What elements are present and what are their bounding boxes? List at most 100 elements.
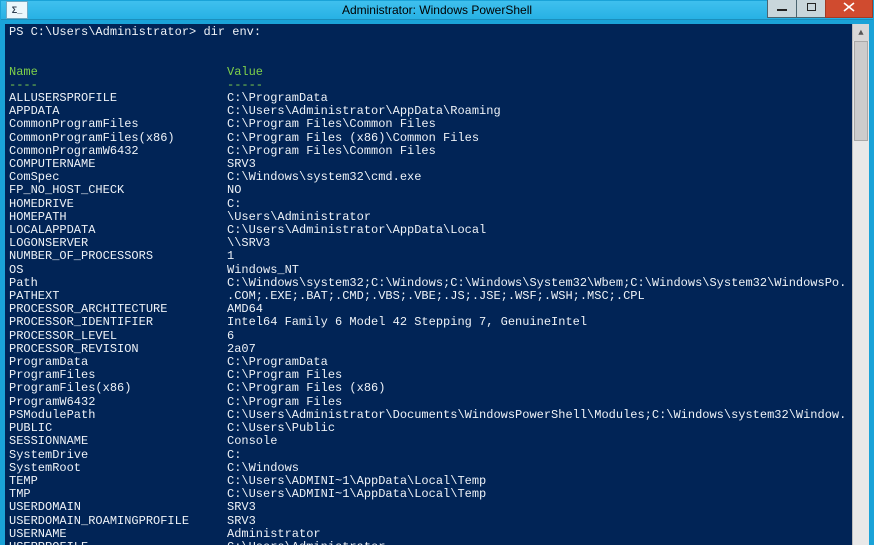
env-name: NUMBER_OF_PROCESSORS	[9, 250, 227, 263]
env-name: ProgramData	[9, 356, 227, 369]
env-row: COMPUTERNAMESRV3	[9, 158, 848, 171]
env-value: NO	[227, 184, 848, 197]
env-name: Path	[9, 277, 227, 290]
env-row: PROCESSOR_LEVEL6	[9, 330, 848, 343]
env-name: CommonProgramFiles(x86)	[9, 132, 227, 145]
env-value: Console	[227, 435, 848, 448]
env-value: .COM;.EXE;.BAT;.CMD;.VBS;.VBE;.JS;.JSE;.…	[227, 290, 848, 303]
window-controls	[768, 0, 873, 18]
env-name: PSModulePath	[9, 409, 227, 422]
minimize-button[interactable]	[767, 0, 797, 18]
env-name: ----	[9, 79, 227, 92]
maximize-button[interactable]	[796, 0, 826, 18]
env-name: TMP	[9, 488, 227, 501]
env-name: ProgramFiles	[9, 369, 227, 382]
env-value: C:\Users\Administrator	[227, 541, 848, 545]
console-output[interactable]: PS C:\Users\Administrator> dir env: Name…	[5, 24, 852, 545]
env-name: PATHEXT	[9, 290, 227, 303]
vertical-scrollbar[interactable]: ▲ ▼	[852, 24, 869, 545]
env-value: C:\Program Files\Common Files	[227, 118, 848, 131]
env-name: CommonProgramFiles	[9, 118, 227, 131]
env-row: OSWindows_NT	[9, 264, 848, 277]
scroll-up-arrow-icon[interactable]: ▲	[853, 24, 869, 41]
env-value: 2a07	[227, 343, 848, 356]
env-row: LOGONSERVER\\SRV3	[9, 237, 848, 250]
env-name: CommonProgramW6432	[9, 145, 227, 158]
env-row: PathC:\Windows\system32;C:\Windows;C:\Wi…	[9, 277, 848, 290]
env-value: C:\Users\Administrator\AppData\Roaming	[227, 105, 848, 118]
env-row: ALLUSERSPROFILEC:\ProgramData	[9, 92, 848, 105]
env-row: SystemRootC:\Windows	[9, 462, 848, 475]
env-name: USERDOMAIN	[9, 501, 227, 514]
env-row: USERDOMAINSRV3	[9, 501, 848, 514]
env-name: USERDOMAIN_ROAMINGPROFILE	[9, 515, 227, 528]
env-row: LOCALAPPDATAC:\Users\Administrator\AppDa…	[9, 224, 848, 237]
env-row: TMPC:\Users\ADMINI~1\AppData\Local\Temp	[9, 488, 848, 501]
env-value: -----	[227, 79, 848, 92]
titlebar[interactable]: Σ_ Administrator: Windows PowerShell	[1, 1, 873, 20]
env-row: PROCESSOR_REVISION2a07	[9, 343, 848, 356]
env-name: COMPUTERNAME	[9, 158, 227, 171]
console-frame: PS C:\Users\Administrator> dir env: Name…	[1, 20, 873, 545]
env-row: TEMPC:\Users\ADMINI~1\AppData\Local\Temp	[9, 475, 848, 488]
env-name: ProgramFiles(x86)	[9, 382, 227, 395]
env-name: HOMEDRIVE	[9, 198, 227, 211]
env-value: C:\Windows\system32;C:\Windows;C:\Window…	[227, 277, 848, 290]
env-value: SRV3	[227, 515, 848, 528]
env-name: ProgramW6432	[9, 396, 227, 409]
system-menu-icon[interactable]: Σ_	[6, 1, 28, 19]
prompt-line: PS C:\Users\Administrator> dir env:	[9, 26, 848, 39]
env-row: FP_NO_HOST_CHECKNO	[9, 184, 848, 197]
env-row: PUBLICC:\Users\Public	[9, 422, 848, 435]
env-row: USERPROFILEC:\Users\Administrator	[9, 541, 848, 545]
env-value: C:\Program Files	[227, 396, 848, 409]
env-row: APPDATAC:\Users\Administrator\AppData\Ro…	[9, 105, 848, 118]
env-name: SystemRoot	[9, 462, 227, 475]
env-row: ProgramFilesC:\Program Files	[9, 369, 848, 382]
env-row: CommonProgramFiles(x86)C:\Program Files …	[9, 132, 848, 145]
env-name: PROCESSOR_LEVEL	[9, 330, 227, 343]
env-value: C:	[227, 449, 848, 462]
env-name: LOGONSERVER	[9, 237, 227, 250]
env-value: \Users\Administrator	[227, 211, 848, 224]
env-value: Windows_NT	[227, 264, 848, 277]
window-title: Administrator: Windows PowerShell	[1, 3, 873, 17]
env-name: LOCALAPPDATA	[9, 224, 227, 237]
env-name: USERPROFILE	[9, 541, 227, 545]
env-row: HOMEPATH\Users\Administrator	[9, 211, 848, 224]
env-value: AMD64	[227, 303, 848, 316]
env-row: ProgramW6432C:\Program Files	[9, 396, 848, 409]
env-name: ALLUSERSPROFILE	[9, 92, 227, 105]
env-value: C:\Windows	[227, 462, 848, 475]
scroll-thumb[interactable]	[854, 41, 868, 141]
env-value: \\SRV3	[227, 237, 848, 250]
env-row: USERDOMAIN_ROAMINGPROFILESRV3	[9, 515, 848, 528]
env-row: NUMBER_OF_PROCESSORS1	[9, 250, 848, 263]
env-row: PROCESSOR_ARCHITECTUREAMD64	[9, 303, 848, 316]
env-row: ProgramDataC:\ProgramData	[9, 356, 848, 369]
env-value: Intel64 Family 6 Model 42 Stepping 7, Ge…	[227, 316, 848, 329]
env-value: C:\Windows\system32\cmd.exe	[227, 171, 848, 184]
close-button[interactable]	[825, 0, 873, 18]
env-row: CommonProgramW6432C:\Program Files\Commo…	[9, 145, 848, 158]
env-name: PROCESSOR_ARCHITECTURE	[9, 303, 227, 316]
env-name: USERNAME	[9, 528, 227, 541]
env-value: C:\ProgramData	[227, 356, 848, 369]
column-headers: NameValue	[9, 66, 848, 79]
env-name: PROCESSOR_REVISION	[9, 343, 227, 356]
env-row: PSModulePathC:\Users\Administrator\Docum…	[9, 409, 848, 422]
env-row: SystemDriveC:	[9, 449, 848, 462]
env-name: TEMP	[9, 475, 227, 488]
env-row: PATHEXT.COM;.EXE;.BAT;.CMD;.VBS;.VBE;.JS…	[9, 290, 848, 303]
prompt-command: dir env:	[203, 25, 261, 39]
env-value: C:\Program Files (x86)\Common Files	[227, 132, 848, 145]
env-name: PROCESSOR_IDENTIFIER	[9, 316, 227, 329]
env-row: ProgramFiles(x86)C:\Program Files (x86)	[9, 382, 848, 395]
prompt-prefix: PS C:\Users\Administrator>	[9, 25, 203, 39]
env-name: APPDATA	[9, 105, 227, 118]
maximize-icon	[807, 3, 816, 11]
env-value: C:\Program Files\Common Files	[227, 145, 848, 158]
env-row: CommonProgramFilesC:\Program Files\Commo…	[9, 118, 848, 131]
env-name: HOMEPATH	[9, 211, 227, 224]
env-value: C:\Users\Administrator\Documents\Windows…	[227, 409, 848, 422]
